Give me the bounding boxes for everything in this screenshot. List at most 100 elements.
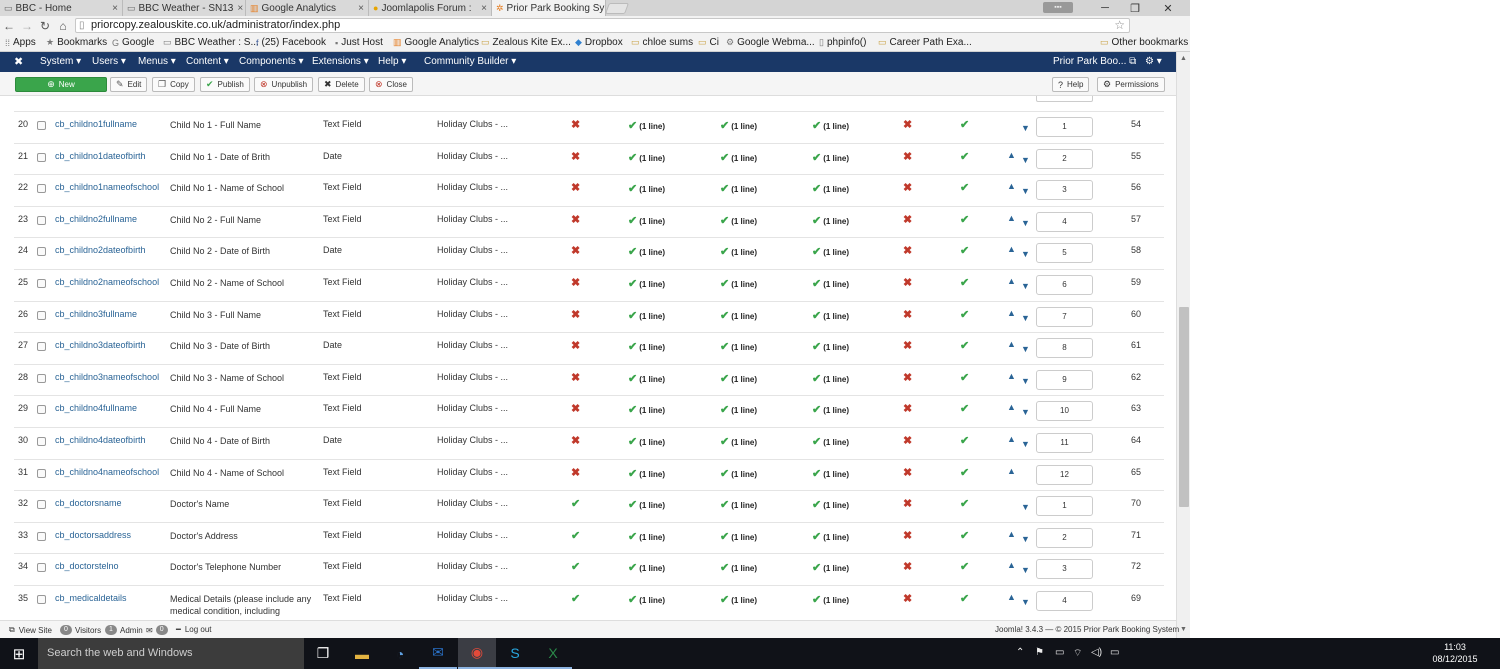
move-down-icon[interactable]: ▼ xyxy=(1021,565,1030,575)
cross-icon[interactable]: ✖ xyxy=(903,339,912,352)
move-up-icon[interactable]: ▲ xyxy=(1007,529,1016,539)
ordering-input[interactable]: 10 xyxy=(1036,401,1093,422)
tab-google-analytics[interactable]: ▥ Google Analytics × xyxy=(246,0,369,16)
move-down-icon[interactable]: ▼ xyxy=(1021,186,1030,196)
line-status[interactable]: ✔ (1 line) xyxy=(628,467,665,480)
line-status[interactable]: ✔ (1 line) xyxy=(812,403,849,416)
cross-icon[interactable]: ✖ xyxy=(571,434,580,447)
move-up-icon[interactable]: ▲ xyxy=(1007,339,1016,349)
check-icon[interactable]: ✔ xyxy=(960,276,969,289)
cross-icon[interactable]: ✖ xyxy=(571,402,580,415)
task-view-icon[interactable]: ❐ xyxy=(304,638,342,669)
bookmark-ci[interactable]: ▭ Ci xyxy=(698,37,719,48)
move-down-icon[interactable]: ▼ xyxy=(1021,407,1030,417)
check-icon[interactable]: ✔ xyxy=(960,308,969,321)
field-name-link[interactable]: cb_childno2fullname xyxy=(55,214,137,224)
field-name-link[interactable]: cb_doctorstelno xyxy=(55,561,119,571)
line-status[interactable]: ✔ (1 line) xyxy=(812,245,849,258)
move-down-icon[interactable]: ▼ xyxy=(1021,249,1030,259)
line-status[interactable]: ✔ (1 line) xyxy=(720,277,757,290)
line-status[interactable]: ✔ (1 line) xyxy=(720,245,757,258)
move-down-icon[interactable]: ▼ xyxy=(1021,313,1030,323)
check-icon[interactable]: ✔ xyxy=(960,497,969,510)
cross-icon[interactable]: ✖ xyxy=(903,402,912,415)
row-checkbox[interactable] xyxy=(37,468,46,478)
ordering-input[interactable]: 6 xyxy=(1036,275,1093,295)
menu-components[interactable]: Components ▾ xyxy=(239,56,304,67)
bookmark-phpinfo[interactable]: ▯ phpinfo() xyxy=(819,37,866,48)
check-icon[interactable]: ✔ xyxy=(571,529,580,542)
move-down-icon[interactable]: ▼ xyxy=(1021,155,1030,165)
cross-icon[interactable]: ✖ xyxy=(903,244,912,257)
ordering-input[interactable]: 4 xyxy=(1036,591,1093,611)
outlook-icon[interactable]: ✉ xyxy=(419,638,457,669)
cross-icon[interactable]: ✖ xyxy=(903,181,912,194)
taskbar-search-input[interactable]: Search the web and Windows xyxy=(38,638,304,669)
move-up-icon[interactable]: ▲ xyxy=(1007,560,1016,570)
app-icon[interactable]: ◔ xyxy=(381,638,419,669)
cross-icon[interactable]: ✖ xyxy=(903,213,912,226)
cross-icon[interactable]: ✖ xyxy=(571,466,580,479)
cross-icon[interactable]: ✖ xyxy=(571,276,580,289)
scroll-up-arrow-icon[interactable]: ▲ xyxy=(1180,55,1187,62)
close-tab-icon[interactable]: × xyxy=(108,3,118,14)
menu-menus[interactable]: Menus ▾ xyxy=(138,56,176,67)
windows-start-icon[interactable]: ⊞ xyxy=(0,638,38,669)
cross-icon[interactable]: ✖ xyxy=(903,434,912,447)
check-icon[interactable]: ✔ xyxy=(960,213,969,226)
bookmark-zealous-kite[interactable]: ▭ Zealous Kite Ex... xyxy=(481,37,571,48)
line-status[interactable]: ✔ (1 line) xyxy=(628,277,665,290)
file-explorer-icon[interactable]: ▬ xyxy=(343,638,381,669)
menu-system[interactable]: System ▾ xyxy=(40,56,81,67)
ordering-input[interactable]: 3 xyxy=(1036,180,1093,201)
move-down-icon[interactable]: ▼ xyxy=(1021,439,1030,449)
field-name-link[interactable]: cb_childno3dateofbirth xyxy=(55,340,146,350)
field-name-link[interactable]: cb_childno1fullname xyxy=(55,119,137,129)
line-status[interactable]: ✔ (1 line) xyxy=(812,467,849,480)
line-status[interactable]: ✔ (1 line) xyxy=(812,182,849,195)
move-up-icon[interactable]: ▲ xyxy=(1007,371,1016,381)
move-up-icon[interactable]: ▲ xyxy=(1007,181,1016,191)
cross-icon[interactable]: ✖ xyxy=(903,466,912,479)
cross-icon[interactable]: ✖ xyxy=(903,371,912,384)
copy-button[interactable]: ❐ Copy xyxy=(152,77,195,92)
move-down-icon[interactable]: ▼ xyxy=(1021,502,1030,512)
url-input[interactable]: ▯ priorcopy.zealouskite.co.uk/administrat… xyxy=(75,18,1130,33)
cross-icon[interactable]: ✖ xyxy=(903,529,912,542)
cross-icon[interactable]: ✖ xyxy=(571,244,580,257)
cross-icon[interactable]: ✖ xyxy=(571,213,580,226)
row-checkbox[interactable] xyxy=(37,215,46,225)
line-status[interactable]: ✔ (1 line) xyxy=(720,561,757,574)
move-up-icon[interactable]: ▲ xyxy=(1007,434,1016,444)
skype-icon[interactable]: S xyxy=(496,638,534,669)
check-icon[interactable]: ✔ xyxy=(960,118,969,131)
ordering-input[interactable]: 9 xyxy=(1036,369,1093,390)
check-icon[interactable]: ✔ xyxy=(571,560,580,573)
field-name-link[interactable]: cb_doctorsname xyxy=(55,498,122,508)
move-up-icon[interactable]: ▲ xyxy=(1007,276,1016,286)
vertical-scrollbar[interactable]: ▲ ▼ xyxy=(1176,52,1190,638)
line-status[interactable]: ✔ (1 line) xyxy=(628,530,665,543)
line-status[interactable]: ✔ (1 line) xyxy=(628,435,665,448)
joomla-logo-icon[interactable]: ✖ xyxy=(14,55,23,68)
cross-icon[interactable]: ✖ xyxy=(571,181,580,194)
move-up-icon[interactable]: ▲ xyxy=(1007,308,1016,318)
cross-icon[interactable]: ✖ xyxy=(903,560,912,573)
tab-prior-park[interactable]: ✲Prior Park Booking Sy× xyxy=(492,0,606,16)
bookmark-dropbox[interactable]: ◆ Dropbox xyxy=(575,37,623,48)
line-status[interactable]: ✔ (1 line) xyxy=(628,372,665,385)
settings-gear-icon[interactable]: ⚙ ▾ xyxy=(1145,56,1162,67)
check-icon[interactable]: ✔ xyxy=(571,497,580,510)
line-status[interactable]: ✔ (1 line) xyxy=(812,151,849,164)
page-info-icon[interactable]: ▯ xyxy=(79,19,85,32)
row-checkbox[interactable] xyxy=(37,121,46,130)
new-tab-button[interactable] xyxy=(604,3,630,14)
permissions-button[interactable]: ⚙ Permissions xyxy=(1097,77,1165,92)
back-icon[interactable]: ← xyxy=(0,19,18,33)
chrome-icon[interactable]: ◉ xyxy=(458,638,496,669)
move-up-icon[interactable]: ▲ xyxy=(1007,402,1016,412)
ordering-input[interactable]: 7 xyxy=(1036,306,1093,327)
row-checkbox[interactable] xyxy=(37,595,46,604)
row-checkbox[interactable] xyxy=(37,437,46,446)
cross-icon[interactable]: ✖ xyxy=(571,118,580,131)
